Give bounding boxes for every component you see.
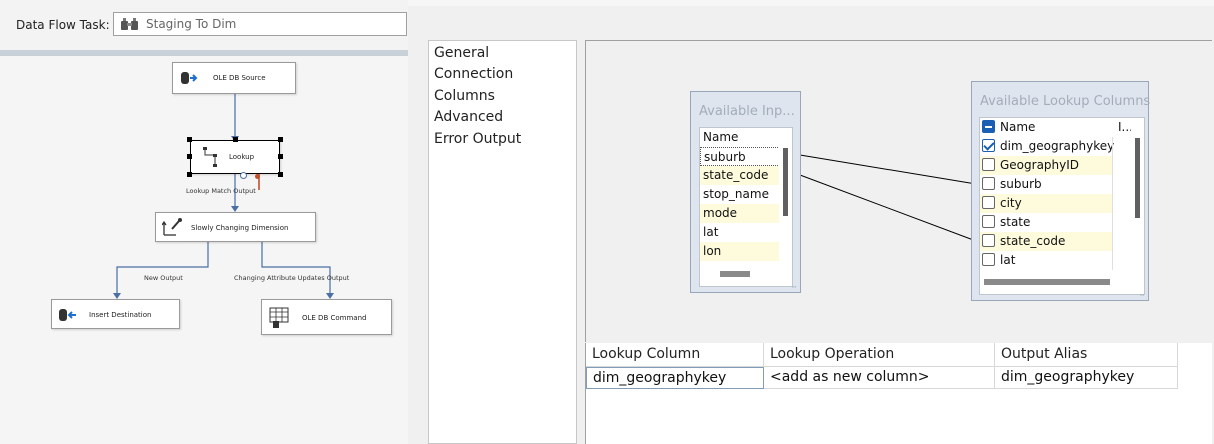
data-flow-task-icon — [120, 17, 140, 31]
lookup-column-row[interactable]: city — [980, 194, 1112, 213]
lookup-icon — [201, 145, 225, 173]
node-label: OLE DB Command — [302, 314, 367, 322]
data-flow-designer: Data Flow Task: Staging To Dim OLE DB So… — [0, 0, 409, 444]
lookup-column-row[interactable]: state_code — [980, 232, 1112, 251]
node-label: Lookup — [229, 153, 255, 161]
page-item-error-output[interactable]: Error Output — [434, 131, 521, 147]
lookup-vertical-scrollbar[interactable] — [1131, 118, 1144, 273]
lookup-column-row[interactable]: state — [980, 213, 1112, 232]
lookup-column-row[interactable]: dim_geographykey — [980, 137, 1114, 156]
node-label: OLE DB Source — [213, 74, 266, 82]
available-lookup-title: Available Lookup Columns — [980, 94, 1151, 109]
lookup-column-row[interactable]: suburb — [980, 175, 1112, 194]
grid-cell-lookup-operation[interactable]: <add as new column> — [764, 367, 995, 389]
node-lookup[interactable]: Lookup — [187, 137, 283, 179]
output-port-icon[interactable] — [240, 172, 247, 179]
data-flow-task-bar: Data Flow Task: Staging To Dim — [0, 0, 408, 52]
available-input-list[interactable]: Name suburb state_code stop_name mode la… — [699, 127, 793, 287]
path-label-changing-attribute: Changing Attribute Updates Output — [234, 274, 350, 282]
data-flow-task-value: Staging To Dim — [146, 17, 237, 31]
mapping-line-suburb — [799, 154, 977, 185]
grid-header-output-alias[interactable]: Output Alias — [995, 343, 1178, 367]
ole-db-command-icon — [269, 307, 291, 333]
page-list: General Connection Columns Advanced Erro… — [428, 40, 577, 444]
column-header: Name I... — [980, 118, 1133, 137]
column-checkbox[interactable] — [982, 253, 995, 266]
selection-handle[interactable] — [278, 172, 283, 177]
available-input-title: Available Inp... — [699, 104, 795, 119]
path-scd-command — [261, 242, 331, 297]
path-label-lookup-match: Lookup Match Output — [186, 187, 256, 195]
scroll-thumb[interactable] — [1135, 138, 1140, 218]
input-column-row[interactable]: stop_name — [700, 185, 780, 204]
editor-top-strip — [408, 0, 1214, 6]
node-ole-db-command[interactable]: OLE DB Command — [261, 299, 392, 335]
grid-cell-lookup-column[interactable]: dim_geographykey — [586, 367, 764, 389]
input-column-row[interactable]: suburb — [700, 147, 780, 166]
error-port-icon[interactable] — [255, 174, 260, 179]
selection-handle[interactable] — [278, 137, 283, 142]
resize-grip-icon[interactable]: ⠤ — [1139, 289, 1145, 298]
grid-cell-output-alias[interactable]: dim_geographykey — [995, 367, 1178, 389]
column-checkbox[interactable] — [982, 158, 995, 171]
ole-db-source-icon — [180, 70, 200, 90]
node-label: Slowly Changing Dimension — [191, 224, 289, 232]
selection-handle[interactable] — [278, 154, 283, 159]
column-checkbox[interactable] — [982, 234, 995, 247]
resize-grip-icon[interactable]: ⠤ — [791, 281, 797, 290]
available-input-columns[interactable]: Available Inp... Name suburb state_code … — [690, 91, 801, 293]
input-column-row[interactable]: state_code — [700, 166, 780, 185]
node-insert-destination[interactable]: Insert Destination — [51, 299, 180, 329]
slowly-changing-dimension-icon — [161, 217, 184, 241]
lookup-transformation-editor: General Connection Columns Advanced Erro… — [408, 0, 1214, 444]
input-column-row[interactable]: mode — [700, 204, 780, 223]
available-lookup-columns[interactable]: Available Lookup Columns Name I... dim_g… — [971, 81, 1151, 301]
selection-handle[interactable] — [187, 154, 192, 159]
available-lookup-list[interactable]: Name I... dim_geographykey GeographyID s… — [979, 117, 1145, 295]
column-header: Name — [703, 130, 739, 144]
column-checkbox[interactable] — [982, 215, 995, 228]
column-checkbox[interactable] — [982, 196, 995, 209]
page-item-connection[interactable]: Connection — [434, 66, 513, 82]
lookup-column-row[interactable]: lat — [980, 251, 1112, 270]
page-item-advanced[interactable]: Advanced — [434, 109, 503, 125]
grid-header-lookup-operation[interactable]: Lookup Operation — [764, 343, 995, 367]
column-divider — [1112, 137, 1113, 270]
lookup-horizontal-scroll-thumb[interactable] — [984, 279, 1110, 285]
path-connectors — [113, 94, 334, 299]
node-label: Insert Destination — [89, 311, 152, 319]
designer-canvas[interactable]: OLE DB Source Lookup Lookup Match Output… — [0, 56, 408, 444]
grid-header-lookup-column[interactable]: Lookup Column — [586, 343, 764, 367]
lookup-output-grid[interactable]: Lookup Column Lookup Operation Output Al… — [585, 343, 1212, 444]
column-mapping-area[interactable]: Available Inp... Name suburb state_code … — [585, 40, 1212, 342]
input-column-row[interactable]: lat — [700, 223, 780, 242]
lookup-column-row[interactable]: GeographyID — [980, 156, 1112, 175]
scroll-thumb[interactable] — [783, 148, 788, 216]
node-ole-db-source[interactable]: OLE DB Source — [172, 62, 296, 94]
page-item-general[interactable]: General — [434, 45, 489, 61]
page-item-columns[interactable]: Columns — [434, 88, 495, 104]
selection-handle[interactable] — [233, 137, 238, 142]
input-vertical-scrollbar[interactable] — [779, 128, 792, 270]
column-checkbox[interactable] — [982, 177, 995, 190]
input-horizontal-scroll-thumb[interactable] — [720, 271, 750, 277]
column-checkbox[interactable] — [982, 139, 995, 152]
select-all-checkbox[interactable] — [982, 120, 995, 133]
node-slowly-changing-dimension[interactable]: Slowly Changing Dimension — [155, 212, 316, 242]
selection-handle[interactable] — [187, 137, 192, 142]
data-flow-task-label: Data Flow Task: — [16, 18, 110, 32]
mapping-line-state-code — [799, 174, 977, 242]
selection-handle[interactable] — [187, 172, 192, 177]
path-label-new-output: New Output — [144, 274, 183, 282]
path-scd-insert — [116, 242, 209, 297]
insert-destination-icon — [58, 307, 78, 327]
input-column-row[interactable]: lon — [700, 242, 780, 261]
data-flow-task-select[interactable]: Staging To Dim — [113, 12, 407, 36]
